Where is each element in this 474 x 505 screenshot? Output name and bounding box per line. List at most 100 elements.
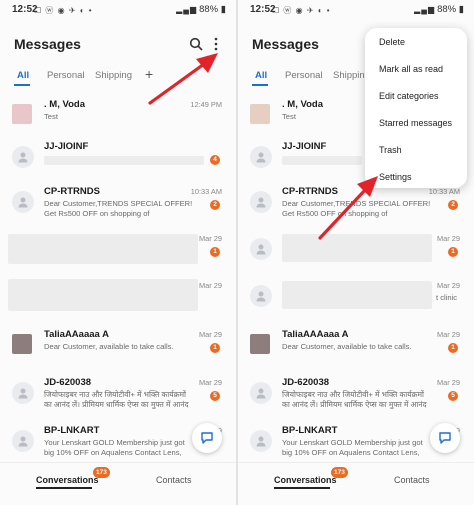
conversations-count-badge: 173 [331, 467, 348, 478]
conversation-time: Mar 29 [436, 281, 460, 290]
battery-icon: ▮ [218, 4, 226, 15]
search-icon[interactable] [189, 37, 203, 51]
conversation-preview: Your Lenskart GOLD Membership just got b… [44, 438, 185, 457]
menu-item-settings[interactable]: Settings [379, 172, 412, 182]
tab-all[interactable]: All [255, 70, 267, 81]
signal-icon: ▂▄▆ [176, 5, 198, 14]
conversation-item[interactable]: . M, Voda Test 12:49 PM [0, 94, 236, 136]
avatar [250, 104, 270, 124]
page-title: Messages [252, 36, 319, 52]
contact-avatar-icon [12, 146, 34, 168]
tab-indicator [252, 84, 268, 86]
redacted-conversation [282, 281, 432, 309]
conversation-name: CP-RTRNDS [44, 186, 100, 197]
conversation-name: . M, Voda [44, 99, 85, 110]
contact-avatar-icon [12, 191, 34, 213]
status-bar: 12:52 ☐ ⓦ ◉ ✈ ◐ • ▂▄▆ 88% ▮ [0, 0, 236, 20]
unread-badge: 4 [210, 155, 220, 165]
bottom-nav: Conversations 173 Contacts [238, 462, 474, 505]
nav-conversations[interactable]: Conversations [36, 475, 99, 485]
add-category-button[interactable]: + [145, 66, 153, 82]
menu-item-delete[interactable]: Delete [379, 37, 405, 47]
conversation-preview: t clinic [436, 293, 458, 302]
conversation-name: TaliaAAaaaa A [44, 329, 109, 340]
conversation-preview: Dear Customer,TRENDS SPECIAL OFFER! Get … [44, 199, 193, 218]
conversation-item[interactable]: Mar 29 1 [238, 228, 474, 270]
conversation-name: BP-LNKART [44, 425, 100, 436]
conversation-name: TaliaAAAaaa A [282, 329, 349, 340]
conversation-time: Mar 29 [436, 330, 460, 339]
nav-conversations[interactable]: Conversations [274, 475, 337, 485]
conversation-name: . M, Voda [282, 99, 323, 110]
conversation-preview: जियोफाइबर नाउ और जियोटीवी+ में भक्ति कार… [282, 390, 427, 409]
contact-avatar-icon [250, 285, 272, 307]
conversation-item[interactable]: JD-620038 जियोफाइबर नाउ और जियोटीवी+ में… [0, 372, 236, 414]
avatar [12, 104, 32, 124]
conversation-item[interactable]: JJ-JIOINF 4 [0, 136, 236, 178]
menu-item-mark-all-read[interactable]: Mark all as read [379, 64, 443, 74]
contact-avatar-icon [250, 238, 272, 260]
unread-badge: 5 [210, 391, 220, 401]
status-right: ▂▄▆ 88% ▮ [176, 4, 226, 15]
conversation-item[interactable]: CP-RTRNDS Dear Customer,TRENDS SPECIAL O… [0, 181, 236, 223]
phone-screen-right: 12:52 ☐ ⓦ ◉ ✈ ◐ • ▂▄▆ 88% ▮ Messages All … [238, 0, 474, 505]
conversation-item[interactable]: JD-620038 जियोफाइबर नाउ और जियोटीवी+ में… [238, 372, 474, 414]
battery-level: 88% [437, 4, 457, 15]
contact-avatar-icon [250, 382, 272, 404]
redacted-conversation [282, 234, 432, 262]
phone-screen-left: 12:52 ☐ ⓦ ◉ ✈ ◐ • ▂▄▆ 88% ▮ Messages All … [0, 0, 236, 505]
tab-personal[interactable]: Personal [47, 70, 85, 81]
conversation-preview: जियोफाइबर नाउ और जियोटीवी+ में भक्ति कार… [44, 390, 189, 409]
battery-icon: ▮ [456, 4, 464, 15]
redacted-preview [44, 156, 204, 165]
conversation-item[interactable]: Mar 29 [0, 275, 236, 317]
more-options-icon[interactable] [211, 36, 221, 52]
contact-avatar-icon [250, 191, 272, 213]
conversations-count-badge: 173 [93, 467, 110, 478]
conversation-time: 10:33 AM [190, 187, 222, 196]
nav-contacts[interactable]: Contacts [156, 475, 192, 485]
unread-badge: 1 [448, 343, 458, 353]
conversation-item[interactable]: Mar 29 1 [0, 228, 236, 270]
conversation-time: Mar 29 [436, 378, 460, 387]
contact-avatar-icon [250, 430, 272, 452]
conversation-preview: Dear Customer, available to take calls. [282, 342, 412, 351]
conversation-preview: Dear Customer,TRENDS SPECIAL OFFER! Get … [282, 199, 431, 218]
nav-indicator [36, 487, 92, 489]
tab-indicator [14, 84, 30, 86]
menu-item-starred-messages[interactable]: Starred messages [379, 118, 452, 128]
conversation-item[interactable]: TaliaAAAaaa A Dear Customer, available t… [238, 324, 474, 366]
conversation-preview: Dear Customer, available to take calls. [44, 342, 174, 351]
conversation-item[interactable]: t clinic Mar 29 [238, 275, 474, 317]
contact-avatar-icon [12, 430, 34, 452]
conversation-time: Mar 29 [198, 281, 222, 290]
unread-badge: 2 [210, 200, 220, 210]
tab-shipping[interactable]: Shipping [95, 70, 132, 81]
battery-level: 88% [199, 4, 219, 15]
tab-all[interactable]: All [17, 70, 29, 81]
compose-button[interactable] [430, 423, 460, 453]
bottom-nav: Conversations 173 Contacts [0, 462, 236, 505]
compose-button[interactable] [192, 423, 222, 453]
conversation-name: JJ-JIOINF [282, 141, 327, 152]
redacted-conversation [8, 234, 198, 264]
conversation-time: Mar 29 [436, 234, 460, 243]
conversation-name: CP-RTRNDS [282, 186, 338, 197]
contact-avatar-icon [12, 382, 34, 404]
compose-icon [201, 432, 213, 444]
nav-indicator [274, 487, 330, 489]
unread-badge: 1 [448, 247, 458, 257]
status-right: ▂▄▆ 88% ▮ [414, 4, 464, 15]
redacted-conversation [8, 279, 198, 311]
avatar [12, 334, 32, 354]
menu-item-edit-categories[interactable]: Edit categories [379, 91, 439, 101]
unread-badge: 1 [210, 343, 220, 353]
avatar [250, 334, 270, 354]
menu-item-trash[interactable]: Trash [379, 145, 402, 155]
tab-personal[interactable]: Personal [285, 70, 323, 81]
redacted-preview [282, 156, 362, 165]
conversation-item[interactable]: TaliaAAaaaa A Dear Customer, available t… [0, 324, 236, 366]
page-title: Messages [14, 36, 81, 52]
nav-contacts[interactable]: Contacts [394, 475, 430, 485]
conversation-time: Mar 29 [198, 378, 222, 387]
